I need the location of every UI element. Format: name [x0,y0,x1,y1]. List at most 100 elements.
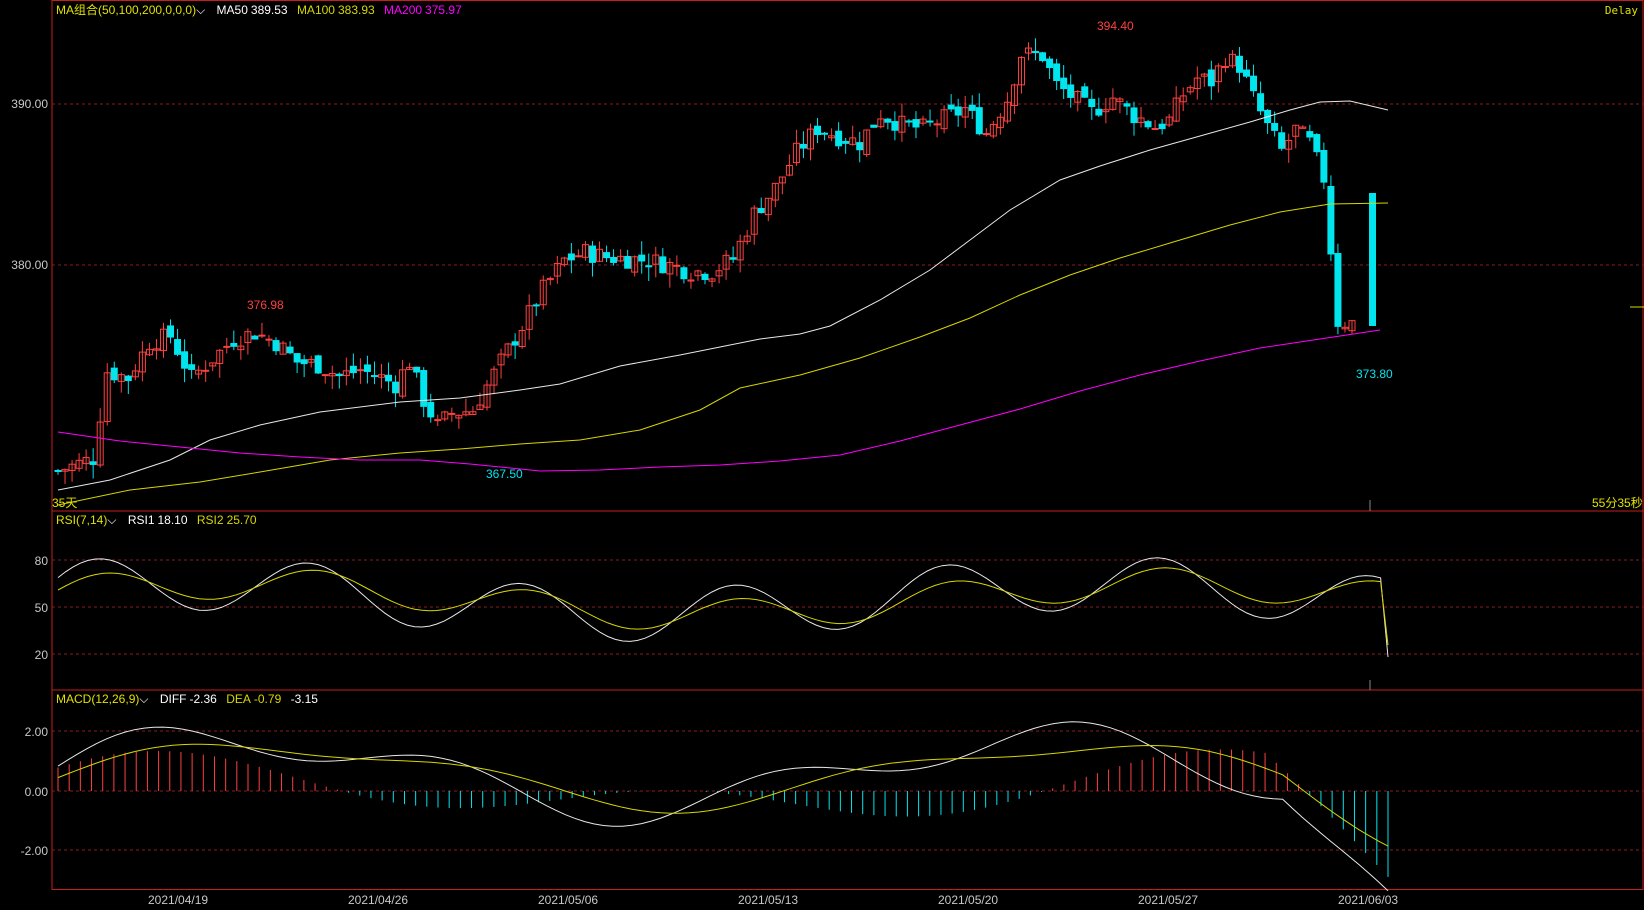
candle-down [1207,69,1215,87]
ma-indicator-name[interactable]: MA组合(50,100,200,0,0,0) [56,3,196,17]
candle-up [321,374,329,377]
candle-down [680,267,688,280]
ma100-value: 383.93 [337,3,375,17]
low-annotation: 367.50 [486,467,523,481]
candle-down [603,252,611,259]
candle-up [982,133,990,136]
candle-down [1320,149,1328,183]
candle-down [954,106,962,116]
rsi-legend[interactable]: RSI(7,14)⌵ RSI1 18.10 RSI2 25.70 [56,513,263,527]
candle-down [1144,121,1152,128]
candle-down [1334,253,1342,327]
rsi2-value: 25.70 [226,513,257,527]
delay-indicator: Delay [1604,4,1638,17]
candle-down [370,375,378,378]
candle-down [1271,123,1279,131]
candle-down [1306,131,1314,138]
candle-down [1369,193,1376,326]
candle-down [1067,84,1075,98]
candle-down [624,255,632,269]
candle-up [574,255,582,258]
candle-down [363,364,371,372]
candle-down [110,367,118,381]
period-label: 35天 [52,496,78,510]
candle-down [413,366,421,373]
candle-down [300,359,308,365]
candle-down [947,104,955,110]
candle-down [532,304,540,307]
candle-down [181,351,189,369]
ma100-line [57,202,1389,506]
candle-down [511,341,519,346]
dea-label: DEA [226,692,251,706]
ma100-label: MA100 [296,3,335,17]
timer-label: 55分35秒 [1592,496,1643,510]
candle-up [933,123,941,126]
candle-down [912,119,920,128]
candle-down [286,346,294,354]
candle-down [701,273,709,281]
diff-value: -2.36 [189,692,217,706]
candle-down [1060,77,1068,90]
rsi1-label: RSI1 [127,513,155,527]
candle-down [729,257,737,260]
candle-down [799,143,807,149]
macd-axis-label: 0.00 [24,785,48,799]
candle-down [588,245,596,263]
rsi-axis-label: 80 [34,554,48,568]
ma50-line [57,100,1389,491]
date-label: 2021/04/26 [348,893,409,907]
price-axis-label: 390.00 [11,97,48,111]
diff-line [57,721,1389,892]
candle-down [251,335,259,340]
candle-down [1158,123,1166,130]
chevron-down-icon[interactable]: ⌵ [107,513,116,527]
rsi1-value: 18.10 [157,513,188,527]
candle-up [356,369,364,372]
chart-canvas[interactable] [0,0,1644,910]
date-label: 2021/05/13 [738,893,799,907]
candle-down [1250,75,1258,92]
macd-legend[interactable]: MACD(12,26,9)⌵ DIFF -2.36 DEA -0.79 -3.15 [56,692,324,706]
date-label: 2021/05/06 [538,893,599,907]
candle-down [167,325,175,338]
candle-down [638,254,646,262]
macd-indicator-name[interactable]: MACD(12,26,9) [56,692,139,706]
candle-down [1046,58,1054,69]
candle-down [349,365,357,374]
ma50-value: 389.53 [250,3,288,17]
candle-down [1032,50,1040,54]
rsi-indicator-name[interactable]: RSI(7,14) [56,513,107,527]
chevron-down-icon[interactable]: ⌵ [139,692,148,706]
candle-down [645,265,653,268]
candle-down [884,118,892,123]
candle-down [856,142,864,151]
candle-down [842,140,850,144]
chevron-down-icon[interactable]: ⌵ [196,3,205,17]
candle-up [448,412,456,415]
candle-down [1313,134,1321,153]
macd-value: -3.15 [290,692,318,706]
rsi2-label: RSI2 [196,513,224,527]
date-label: 2021/04/19 [148,893,209,907]
candle-down [1053,63,1061,82]
main-legend[interactable]: MA组合(50,100,200,0,0,0)⌵ MA50 389.53 MA100… [56,3,468,17]
candle-down [335,373,343,377]
candle-down [392,381,400,394]
candle-down [54,469,62,472]
candle-down [659,256,667,274]
dea-value: -0.79 [253,692,282,706]
candle-up [673,264,681,267]
candle-up [202,369,210,372]
candle-down [1327,186,1335,255]
candle-down [293,353,301,363]
ma200-value: 375.97 [425,3,462,17]
candle-down [1278,132,1286,149]
candle-down [905,120,913,123]
candle-down [757,208,765,214]
candle-down [1243,69,1251,77]
candle-down [814,125,822,136]
candle-down [1081,86,1089,98]
candle-down [1123,103,1131,107]
candle-down [1039,52,1047,62]
